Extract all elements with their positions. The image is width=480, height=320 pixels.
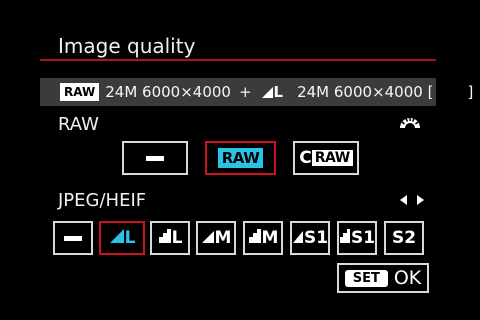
none-dash-icon — [146, 155, 164, 161]
normal-quality-icon — [158, 228, 172, 248]
craw-prefix: C — [299, 148, 312, 168]
bracket-close: ] — [467, 83, 474, 101]
fine-quality-icon — [260, 85, 274, 99]
none-dash-icon — [64, 235, 82, 241]
jpeg-section-label: JPEG/HEIF — [58, 190, 147, 211]
jpeg-option-label: L — [171, 228, 183, 248]
jpeg-option-normal-s1[interactable]: S1 — [337, 221, 377, 255]
set-button-badge: SET — [344, 269, 388, 287]
raw-badge: RAW — [60, 83, 100, 101]
jpeg-option-label: L — [124, 228, 136, 248]
set-ok-button[interactable]: SET OK — [337, 263, 429, 293]
fine-quality-icon — [201, 229, 215, 248]
fine-quality-icon — [109, 228, 125, 248]
jpeg-option-label: M — [214, 228, 232, 248]
title-divider — [40, 59, 436, 61]
jpeg-option-label: S1 — [350, 228, 376, 248]
jpeg-option-label: S1 — [303, 228, 329, 248]
jpeg-option-label: S2 — [391, 228, 417, 248]
jpeg-option-normal-l[interactable]: L — [150, 221, 190, 255]
quality-info-bar: RAW 24M 6000×4000 + L 24M 6000×4000 [ ] — [40, 78, 473, 106]
raw-spec: 24M 6000×4000 — [105, 83, 231, 101]
jpeg-option-none[interactable] — [53, 221, 93, 255]
fine-quality-icon — [292, 229, 304, 248]
jpeg-spec: 24M 6000×4000 [ — [297, 83, 434, 101]
jpeg-option-fine-s1[interactable]: S1 — [290, 221, 330, 255]
jpeg-option-label: M — [261, 228, 279, 248]
raw-section-label: RAW — [58, 114, 99, 135]
raw-option-craw[interactable]: C RAW — [293, 141, 359, 175]
raw-option-raw[interactable]: RAW — [205, 141, 276, 175]
raw-option-label: RAW — [217, 148, 264, 168]
raw-option-none[interactable] — [122, 141, 188, 175]
page-title: Image quality — [58, 34, 196, 58]
jpeg-option-fine-m[interactable]: M — [196, 221, 236, 255]
plus-sign: + — [238, 83, 252, 101]
jpeg-size-letter: L — [273, 83, 284, 101]
left-right-arrows-icon — [399, 194, 425, 209]
normal-quality-icon — [339, 228, 351, 248]
jpeg-option-fine-l[interactable]: L — [99, 221, 145, 255]
ok-label: OK — [393, 267, 422, 289]
normal-quality-icon — [248, 228, 262, 248]
jpeg-option-normal-m[interactable]: M — [243, 221, 283, 255]
main-dial-icon — [398, 114, 422, 128]
craw-label: RAW — [311, 150, 353, 166]
jpeg-option-s2[interactable]: S2 — [384, 221, 424, 255]
